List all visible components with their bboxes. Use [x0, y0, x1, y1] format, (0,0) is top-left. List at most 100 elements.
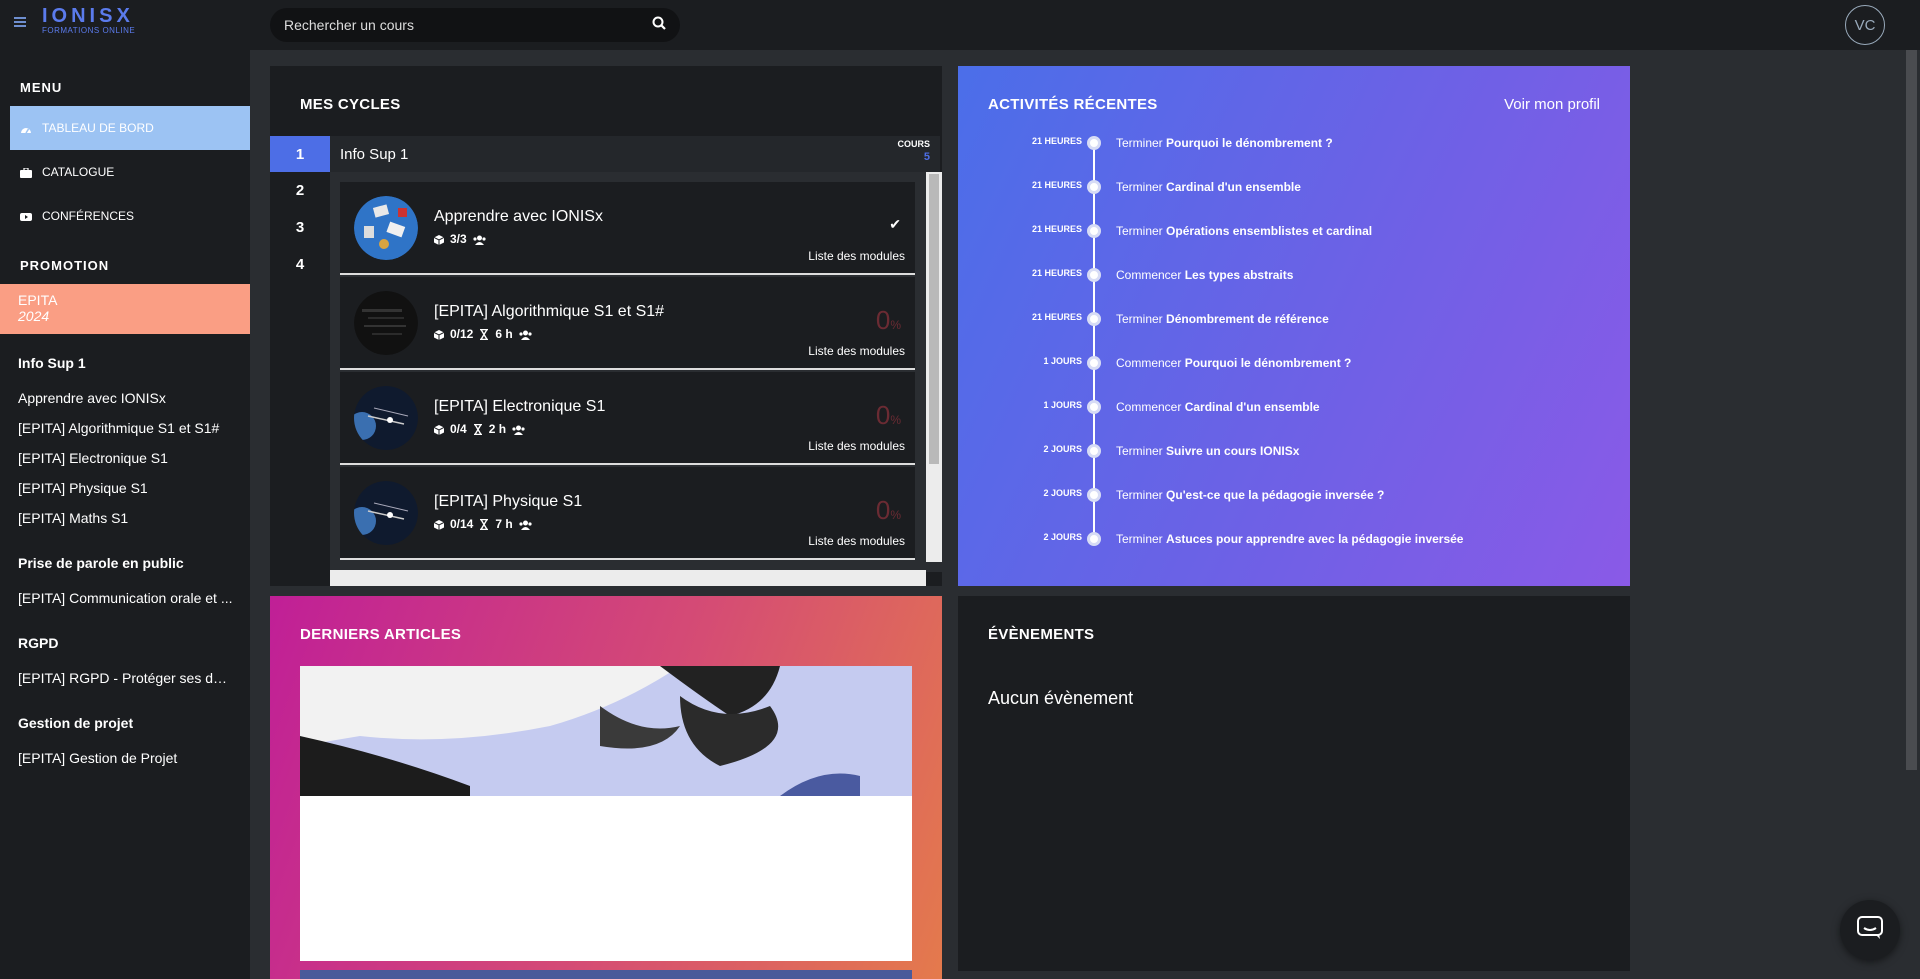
avatar[interactable]: VC: [1845, 5, 1885, 45]
sidebar-course-link[interactable]: [EPITA] Physique S1: [18, 480, 233, 496]
modules-link[interactable]: Liste des modules: [808, 249, 905, 263]
article-body[interactable]: [300, 796, 912, 961]
chat-button[interactable]: [1840, 900, 1900, 960]
activity-text: Terminer Dénombrement de référence: [1116, 312, 1329, 326]
course-duration: 2 h: [488, 422, 507, 436]
promotion-badge[interactable]: EPITA 2024: [0, 284, 250, 334]
course-modules: 0/4: [450, 422, 467, 436]
course-thumbnail: [354, 291, 418, 355]
activity-panel: ACTIVITÉS RÉCENTES Voir mon profil 21 HE…: [958, 66, 1630, 586]
activity-time: 2 JOURS: [1043, 532, 1082, 542]
activity-item[interactable]: 2 JOURS Terminer Astuces pour apprendre …: [958, 529, 1630, 549]
sidebar-item-conferences[interactable]: CONFÉRENCES: [10, 194, 250, 238]
hamburger-icon[interactable]: [14, 15, 26, 29]
group-title: Prise de parole en public: [18, 555, 184, 571]
activity-text: Terminer Astuces pour apprendre avec la …: [1116, 532, 1464, 546]
hourglass-icon: [473, 423, 483, 436]
modules-link[interactable]: Liste des modules: [808, 534, 905, 548]
cube-icon: [433, 234, 445, 245]
hourglass-icon: [479, 328, 489, 341]
activity-time: 2 JOURS: [1043, 488, 1082, 498]
activity-item[interactable]: 21 HEURES Commencer Les types abstraits: [958, 265, 1630, 285]
promotion-title: PROMOTION: [20, 258, 110, 273]
search-input[interactable]: [284, 17, 652, 33]
sidebar-item-catalog[interactable]: CATALOGUE: [10, 150, 250, 194]
group-title: RGPD: [18, 635, 59, 651]
course-list-hscrollbar[interactable]: [330, 570, 926, 586]
search-icon[interactable]: [652, 16, 666, 35]
course-card[interactable]: [EPITA] Algorithmique S1 et S1# 0/12 6 h…: [340, 277, 915, 370]
promotion-year: 2024: [18, 308, 50, 324]
activity-item[interactable]: 21 HEURES Terminer Pourquoi le dénombrem…: [958, 133, 1630, 153]
group-title: Gestion de projet: [18, 715, 134, 731]
article-image[interactable]: [300, 666, 912, 796]
cycle-name: Info Sup 1: [340, 145, 409, 163]
activity-item[interactable]: 2 JOURS Terminer Qu'est-ce que la pédago…: [958, 485, 1630, 505]
sidebar: IONISX FORMATIONS ONLINE MENU TABLEAU DE…: [0, 0, 250, 979]
sidebar-course-link[interactable]: [EPITA] Gestion de Projet: [18, 750, 233, 766]
sidebar-course-link[interactable]: Apprendre avec IONISx: [18, 390, 233, 406]
sidebar-course-link[interactable]: [EPITA] Algorithmique S1 et S1#: [18, 420, 233, 436]
sidebar-item-label: CATALOGUE: [42, 165, 115, 179]
activity-text: Terminer Qu'est-ce que la pédagogie inve…: [1116, 488, 1385, 502]
cycle-tab-3[interactable]: 3: [270, 209, 330, 245]
catalog-icon: [20, 167, 32, 178]
cycles-panel: MES CYCLES 1 2 3 4 Info Sup 1 COURS 5 Ap…: [270, 66, 942, 586]
cours-count: COURS 5: [897, 138, 930, 164]
page-scrollbar[interactable]: [1903, 50, 1920, 979]
cube-icon: [433, 329, 445, 340]
sidebar-course-link[interactable]: [EPITA] Electronique S1: [18, 450, 233, 466]
activity-item[interactable]: 21 HEURES Terminer Dénombrement de référ…: [958, 309, 1630, 329]
modules-link[interactable]: Liste des modules: [808, 344, 905, 358]
sidebar-course-link[interactable]: [EPITA] Communication orale et ...: [18, 590, 233, 606]
course-meta: 0/12 6 h: [433, 327, 532, 341]
promotion-school: EPITA: [18, 292, 58, 308]
activity-item[interactable]: 21 HEURES Terminer Opérations ensemblist…: [958, 221, 1630, 241]
cycle-tab-1[interactable]: 1: [270, 136, 330, 172]
activity-time: 21 HEURES: [1031, 268, 1082, 278]
activity-item[interactable]: 1 JOURS Commencer Pourquoi le dénombreme…: [958, 353, 1630, 373]
course-list-scrollbar[interactable]: [926, 172, 942, 562]
sidebar-course-link[interactable]: [EPITA] RGPD - Protéger ses don...: [18, 670, 233, 686]
course-card[interactable]: [EPITA] Physique S1 0/14 7 h 0% Liste de…: [340, 467, 915, 560]
sidebar-item-label: CONFÉRENCES: [42, 209, 135, 223]
activity-item[interactable]: 1 JOURS Commencer Cardinal d'un ensemble: [958, 397, 1630, 417]
activity-item[interactable]: 2 JOURS Terminer Suivre un cours IONISx: [958, 441, 1630, 461]
logo[interactable]: IONISX FORMATIONS ONLINE: [14, 6, 135, 36]
cycle-tab-2[interactable]: 2: [270, 172, 330, 208]
timeline-dot: [1087, 224, 1101, 238]
article-next-image[interactable]: [300, 970, 912, 979]
course-title: [EPITA] Algorithmique S1 et S1#: [434, 303, 665, 320]
course-meta: 3/3: [433, 232, 486, 246]
course-modules: 0/14: [450, 517, 474, 531]
timeline-dot: [1087, 532, 1101, 546]
timeline-dot: [1087, 136, 1101, 150]
cycles-title: MES CYCLES: [300, 96, 401, 113]
activity-item[interactable]: 21 HEURES Terminer Cardinal d'un ensembl…: [958, 177, 1630, 197]
chat-icon: [1857, 915, 1883, 945]
modules-link[interactable]: Liste des modules: [808, 439, 905, 453]
course-meta: 0/14 7 h: [433, 517, 532, 531]
timeline-dot: [1087, 180, 1101, 194]
course-card[interactable]: [EPITA] Electronique S1 0/4 2 h 0% Liste…: [340, 372, 915, 465]
course-duration: 7 h: [495, 517, 513, 531]
activity-time: 21 HEURES: [1031, 312, 1082, 322]
cycle-tab-4[interactable]: 4: [270, 246, 330, 282]
sidebar-item-dashboard[interactable]: TABLEAU DE BORD: [10, 106, 250, 150]
sidebar-course-link[interactable]: [EPITA] Maths S1: [18, 510, 233, 526]
course-card[interactable]: Apprendre avec IONISx 3/3 ✔ Liste des mo…: [340, 182, 915, 275]
view-profile-link[interactable]: Voir mon profil: [1504, 96, 1600, 113]
activity-text: Terminer Pourquoi le dénombrement ?: [1116, 136, 1333, 150]
activity-title: ACTIVITÉS RÉCENTES: [988, 96, 1158, 113]
search-bar[interactable]: [270, 8, 680, 42]
timeline-dot: [1087, 444, 1101, 458]
timeline-dot: [1087, 312, 1101, 326]
cube-icon: [433, 424, 445, 435]
course-meta: 0/4 2 h: [433, 422, 525, 436]
cube-icon: [433, 519, 445, 530]
users-icon: [473, 234, 486, 245]
timeline-dot: [1087, 356, 1101, 370]
articles-title: DERNIERS ARTICLES: [300, 626, 462, 643]
cycle-header: Info Sup 1 COURS 5: [330, 136, 940, 172]
course-progress: 0%: [875, 495, 901, 525]
